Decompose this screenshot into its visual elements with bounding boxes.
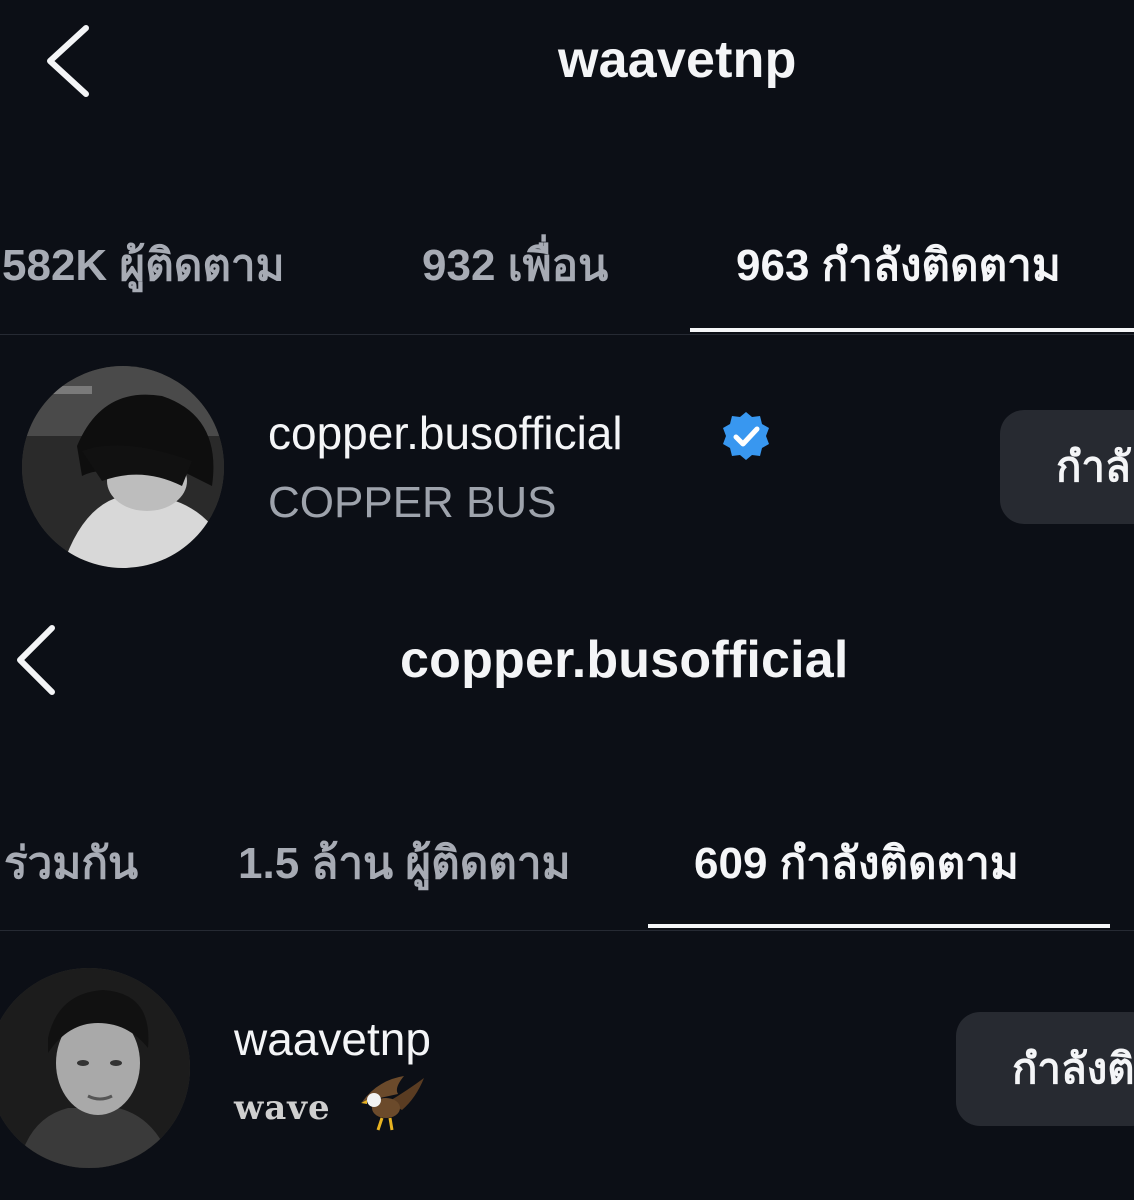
tabs-divider xyxy=(0,930,1134,931)
following-button[interactable]: กำลังติ xyxy=(956,1012,1134,1126)
following-button-label: กำลั xyxy=(1056,443,1131,490)
verified-badge-icon xyxy=(720,410,772,467)
username[interactable]: copper.busofficial xyxy=(268,406,623,460)
tab-friends[interactable]: 932 เพื่อน xyxy=(422,230,608,300)
tab-following[interactable]: 963 กำลังติดตาม xyxy=(736,230,1061,300)
tab-followers[interactable]: 1.5 ล้าน ผู้ติดตาม xyxy=(238,828,571,898)
active-tab-indicator xyxy=(648,924,1110,928)
avatar[interactable] xyxy=(22,366,224,568)
following-button[interactable]: กำลั xyxy=(1000,410,1134,524)
tab-followers[interactable]: 582K ผู้ติดตาม xyxy=(2,230,285,300)
page-title: copper.busofficial xyxy=(400,631,849,689)
back-arrow-icon[interactable] xyxy=(14,624,58,696)
following-button-label: กำลังติ xyxy=(1012,1045,1134,1092)
eagle-emoji-icon xyxy=(358,1072,428,1141)
tab-mutual[interactable]: ร่วมกัน xyxy=(4,828,138,898)
bio-text: wave xyxy=(234,1088,331,1128)
username[interactable]: waavetnp xyxy=(234,1012,431,1066)
back-arrow-icon[interactable] xyxy=(44,24,92,98)
active-tab-indicator xyxy=(690,328,1134,332)
avatar[interactable] xyxy=(0,968,190,1168)
tabs-divider xyxy=(0,334,1134,335)
page-title: waavetnp xyxy=(558,31,797,89)
tab-following[interactable]: 609 กำลังติดตาม xyxy=(694,828,1019,898)
full-name: COPPER BUS xyxy=(268,478,557,527)
